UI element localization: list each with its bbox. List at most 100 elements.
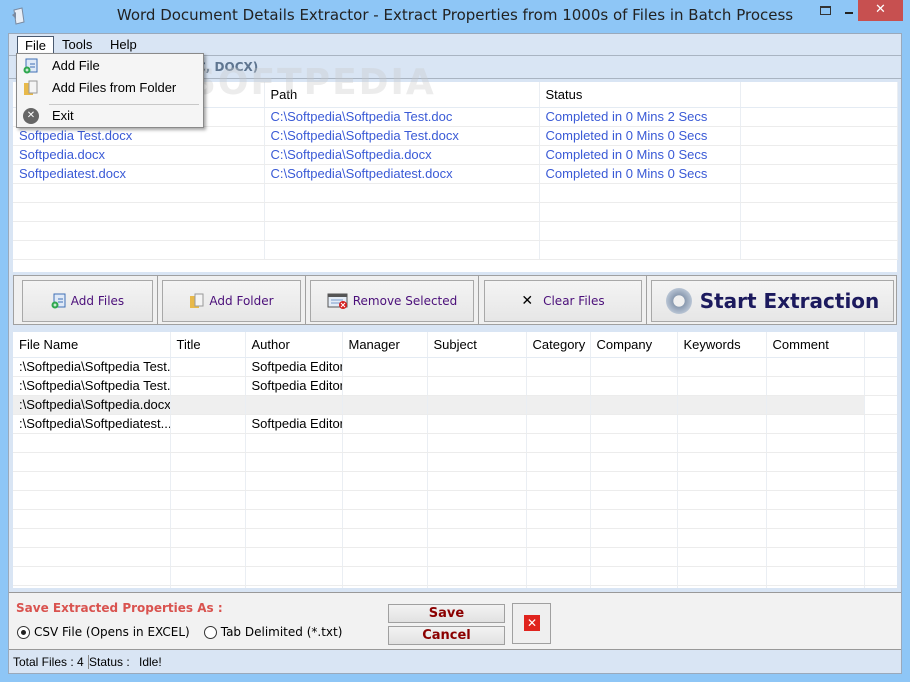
cancel-button[interactable]: Cancel (388, 626, 505, 645)
add-files-button[interactable]: Add Files (22, 280, 153, 322)
add-folder-label: Add Folder (209, 294, 274, 308)
cell-author (245, 395, 343, 415)
cell-title (170, 376, 246, 396)
empty-row (13, 547, 897, 567)
csv-radio[interactable] (17, 625, 30, 639)
empty-row (13, 471, 897, 491)
table-row[interactable]: :\Softpedia\Softpedia Test... Softpedia … (13, 376, 897, 396)
table-row[interactable]: Softpedia Test.docx C:\Softpedia\Softped… (13, 126, 898, 146)
cell-author: Softpedia Editor (245, 357, 343, 377)
column-header-company[interactable]: Company (590, 332, 678, 358)
column-header-author[interactable]: Author (245, 332, 343, 358)
exit-icon: ✕ (23, 108, 39, 124)
group-header-text: C, DOCX) (197, 60, 259, 74)
action-toolbar: Add Files Add Folder Remove Selected ✕ C… (13, 275, 897, 325)
add-files-label: Add Files (70, 294, 125, 308)
remove-selected-label: Remove Selected (352, 294, 458, 308)
empty-row (13, 509, 897, 529)
column-header-path[interactable]: Path (264, 82, 540, 108)
toolbar-separator (646, 276, 647, 324)
table-row[interactable]: :\Softpedia\Softpedia Test... Softpedia … (13, 357, 897, 377)
file-status-cell: Completed in 0 Mins 0 Secs (539, 164, 741, 184)
file-name-cell: Softpedia Test.docx (13, 126, 265, 146)
cell-company (590, 414, 678, 434)
add-folder-button[interactable]: Add Folder (162, 280, 301, 322)
cell-category (526, 357, 591, 377)
cell-title (170, 357, 246, 377)
file-status-cell: Completed in 0 Mins 0 Secs (539, 126, 741, 146)
menu-item-add-files-from-folder[interactable]: Add Files from Folder (17, 77, 203, 99)
column-header-file-name[interactable]: File Name (13, 332, 171, 358)
cell-keywords (677, 395, 767, 415)
status-value: Idle! (139, 655, 162, 669)
column-header-status[interactable]: Status (539, 82, 741, 108)
total-files-count: Total Files : 4 (13, 655, 89, 669)
empty-row (13, 202, 898, 222)
cell-manager (342, 414, 428, 434)
column-header-manager[interactable]: Manager (342, 332, 428, 358)
table-row[interactable]: Softpedia.docx C:\Softpedia\Softpedia.do… (13, 145, 898, 165)
empty-row (13, 240, 898, 260)
cell-author: Softpedia Editor (245, 376, 343, 396)
toolbar-separator (305, 276, 306, 324)
table-row[interactable]: :\Softpedia\Softpediatest.... Softpedia … (13, 414, 897, 434)
clear-icon: ✕ (521, 293, 534, 309)
column-header-category[interactable]: Category (526, 332, 591, 358)
cell-subject (427, 357, 527, 377)
gear-icon (665, 288, 692, 314)
close-button[interactable]: ✕ (858, 0, 903, 21)
cell-author: Softpedia Editor (245, 414, 343, 434)
csv-radio-label[interactable]: CSV File (Opens in EXCEL) (34, 625, 190, 639)
table-row-selected[interactable]: :\Softpedia\Softpedia.docx (13, 395, 897, 415)
menu-item-add-file[interactable]: Add File (17, 55, 203, 77)
cell-file-name: :\Softpedia\Softpediatest.... (13, 414, 171, 434)
empty-row (13, 221, 898, 241)
title-bar: Word Document Details Extractor - Extrac… (0, 0, 910, 33)
table-row[interactable]: Softpediatest.docx C:\Softpedia\Softpedi… (13, 164, 898, 184)
cell-company (590, 376, 678, 396)
main-window: File Tools Help C, DOCX) Path Status C:\… (8, 33, 902, 674)
cell-file-name: :\Softpedia\Softpedia.docx (13, 395, 171, 415)
menu-item-label: Add Files from Folder (52, 80, 177, 95)
cell-subject (427, 414, 527, 434)
maximize-button[interactable] (816, 0, 838, 21)
menu-tools[interactable]: Tools (62, 37, 92, 52)
empty-row (13, 528, 897, 548)
menu-item-exit[interactable]: ✕ Exit (17, 105, 203, 127)
properties-grid-header: File Name Title Author Manager Subject C… (13, 332, 897, 358)
filler-cell (740, 145, 898, 165)
cell-comment (766, 414, 865, 434)
column-header-title[interactable]: Title (170, 332, 246, 358)
save-button[interactable]: Save (388, 604, 505, 623)
remove-selected-button[interactable]: Remove Selected (310, 280, 474, 322)
column-header-filler (864, 332, 897, 358)
cell-keywords (677, 357, 767, 377)
toolbar-separator (478, 276, 479, 324)
file-path-cell: C:\Softpedia\Softpedia.docx (264, 145, 540, 165)
column-header-keywords[interactable]: Keywords (677, 332, 767, 358)
clear-files-label: Clear Files (543, 294, 605, 308)
folder-icon (190, 293, 204, 308)
remove-selected-icon (327, 293, 348, 309)
window-title: Word Document Details Extractor - Extrac… (116, 6, 794, 24)
cell-comment (766, 357, 865, 377)
column-header-subject[interactable]: Subject (427, 332, 527, 358)
save-as-label: Save Extracted Properties As : (16, 601, 223, 615)
cell-keywords (677, 376, 767, 396)
cell-title (170, 395, 246, 415)
file-name-cell: Softpediatest.docx (13, 164, 265, 184)
cell-file-name: :\Softpedia\Softpedia Test... (13, 376, 171, 396)
empty-row (13, 490, 897, 510)
clear-files-button[interactable]: ✕ Clear Files (484, 280, 642, 322)
tab-delimited-radio[interactable] (203, 625, 217, 639)
menu-help[interactable]: Help (110, 37, 137, 52)
column-header-comment[interactable]: Comment (766, 332, 865, 358)
tab-delimited-radio-label[interactable]: Tab Delimited (*.txt) (221, 625, 343, 639)
properties-grid[interactable]: File Name Title Author Manager Subject C… (13, 332, 897, 588)
file-name-cell: Softpedia.docx (13, 145, 265, 165)
start-extraction-button[interactable]: Start Extraction (651, 280, 894, 322)
save-panel: Save Extracted Properties As : CSV File … (9, 592, 901, 650)
close-panel-button[interactable]: ✕ (512, 603, 551, 644)
file-path-cell: C:\Softpedia\Softpedia Test.docx (264, 126, 540, 146)
close-icon: ✕ (524, 615, 540, 631)
